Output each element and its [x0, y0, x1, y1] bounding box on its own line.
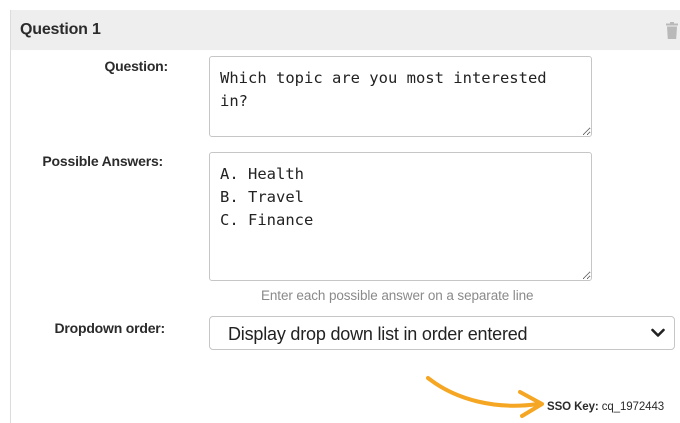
question-panel: Question 1 Question: Possible Answers: E…	[10, 10, 680, 423]
question-label: Question:	[104, 58, 168, 74]
possible-answers-label: Possible Answers:	[42, 153, 163, 169]
answers-hint: Enter each possible answer on a separate…	[261, 288, 534, 303]
trash-icon[interactable]	[666, 22, 678, 39]
sso-key: SSO Key: cq_1972443	[547, 401, 664, 413]
question-textarea[interactable]	[209, 56, 592, 137]
chevron-down-icon	[651, 328, 665, 337]
panel-title: Question 1	[20, 21, 101, 38]
sso-key-value: cq_1972443	[601, 401, 665, 413]
orange-arrow-icon	[426, 376, 544, 418]
possible-answers-textarea[interactable]	[209, 152, 592, 281]
dropdown-order-value: Display drop down list in order entered	[228, 324, 528, 344]
sso-key-label: SSO Key:	[547, 401, 599, 413]
dropdown-order-label: Dropdown order:	[54, 320, 165, 336]
panel-header: Question 1	[11, 10, 680, 50]
dropdown-order-select[interactable]: Display drop down list in order entered	[209, 316, 675, 350]
